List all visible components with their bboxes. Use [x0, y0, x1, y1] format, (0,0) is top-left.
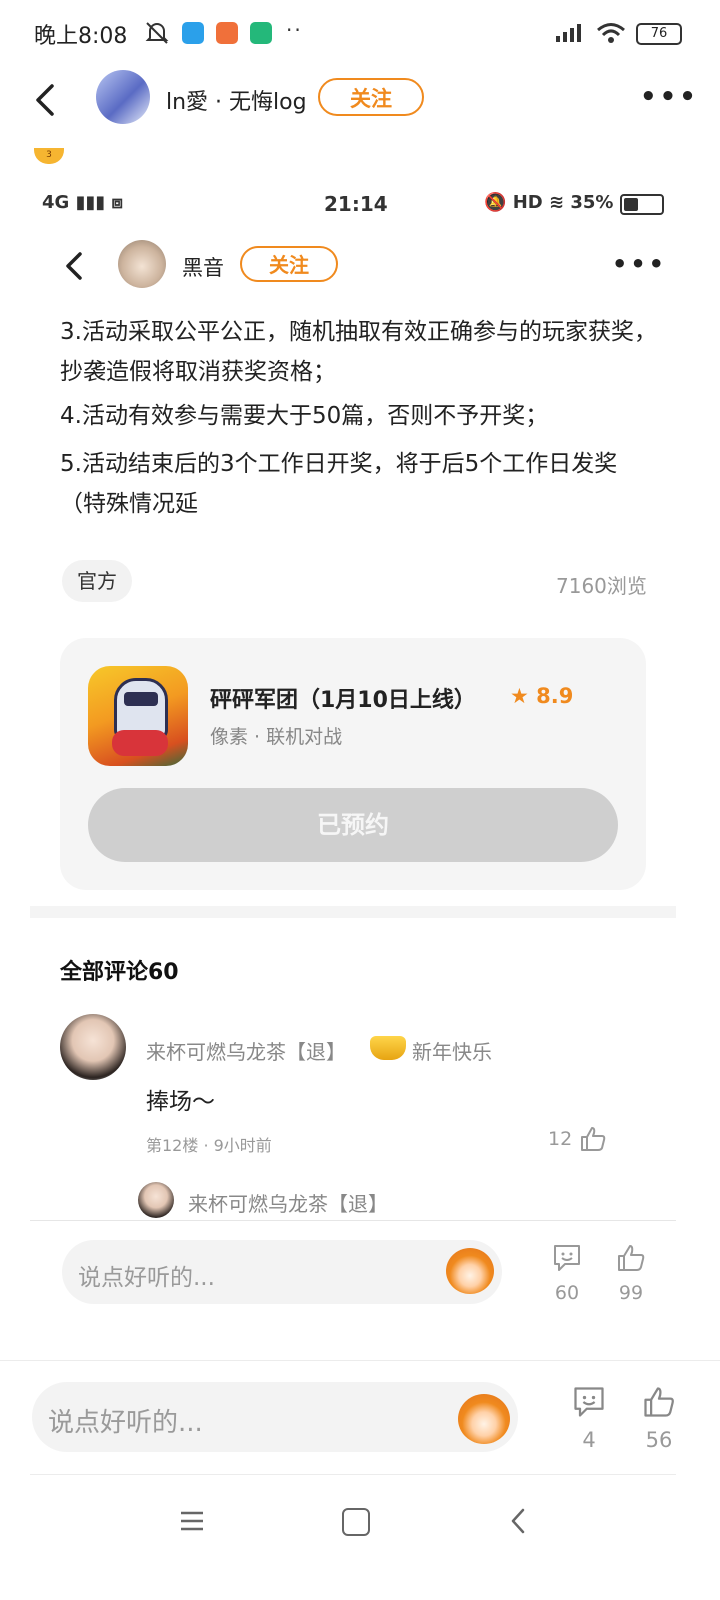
calendar-app-icon [182, 22, 204, 44]
comment-icon[interactable] [571, 1384, 607, 1420]
post-tag[interactable]: 官方 [62, 560, 132, 602]
more-notifications-icon: ·· [286, 18, 303, 42]
game-subtitle: 像素 · 联机对战 [210, 726, 343, 748]
mute-bell-icon [145, 22, 169, 44]
section-divider [30, 906, 676, 918]
wifi-icon [597, 23, 625, 43]
inner-comment-count: 60 [554, 1282, 580, 1304]
inner-status-right: 🔕 HD ≋ 35% [484, 192, 614, 213]
comment-placeholder[interactable]: 说点好听的... [48, 1402, 203, 1439]
post-paragraph: 3.活动采取公平公正，随机抽取有效正确参与的玩家获奖，抄袭造假将取消获奖资格； [60, 319, 657, 385]
comment-text: 捧场～ [146, 1089, 215, 1115]
home-icon[interactable] [342, 1508, 370, 1536]
comment-like-count: 12 [548, 1128, 573, 1150]
shop-app-icon [216, 22, 238, 44]
knight-body-icon [112, 730, 168, 756]
author-avatar[interactable] [96, 70, 150, 124]
inner-back-icon [66, 252, 82, 280]
game-rating: ★ 8.9 [510, 684, 574, 708]
view-count: 7160浏览 [556, 574, 647, 598]
commenter-title: 新年快乐 [412, 1040, 492, 1064]
menu-icon[interactable] [178, 1506, 206, 1536]
security-app-icon [250, 22, 272, 44]
battery-indicator: 76 [636, 23, 682, 45]
inner-status-time: 21:14 [324, 192, 388, 216]
reply-name[interactable]: 来杯可燃乌龙茶【退】 [188, 1188, 388, 1217]
thumbs-up-icon [618, 1245, 645, 1271]
post-paragraph: 5.活动结束后的3个工作日开奖，将于后5个工作日发奖（特殊情况延 [60, 451, 618, 517]
gold-ingot-icon [370, 1036, 406, 1060]
commenter-name[interactable]: 来杯可燃乌龙茶【退】 [146, 1036, 346, 1065]
inner-more-icon: ••• [612, 250, 668, 278]
knight-visor-icon [124, 692, 158, 706]
inner-like-count: 99 [618, 1282, 644, 1304]
mascot-emoji-icon[interactable] [458, 1394, 510, 1444]
mascot-emoji-icon [446, 1248, 494, 1294]
more-icon[interactable]: ••• [640, 82, 699, 112]
signal-icon [556, 24, 581, 42]
comment-icon [554, 1245, 580, 1271]
comments-header: 全部评论60 [60, 960, 179, 985]
status-time: 晚上8:08 [34, 24, 128, 49]
reply-avatar [138, 1182, 174, 1218]
commenter-avatar[interactable] [60, 1014, 126, 1080]
inner-follow-button: 关注 [240, 246, 338, 282]
like-count: 56 [645, 1428, 673, 1452]
reserved-button[interactable]: 已预约 [88, 788, 618, 862]
inner-battery-fill [624, 198, 638, 211]
author-name[interactable]: ln愛 · 无悔log [166, 84, 307, 116]
inner-comment-placeholder: 说点好听的... [78, 1265, 215, 1291]
game-title[interactable]: 砰砰军团（1月10日上线） [210, 682, 476, 714]
inner-author-name: 黑音 [182, 256, 224, 280]
post-paragraph: 4.活动有效参与需要大于50篇，否则不予开奖； [60, 403, 549, 429]
comment-meta: 第12楼 · 9小时前 [146, 1136, 272, 1155]
divider [0, 1360, 720, 1361]
game-icon[interactable] [88, 666, 188, 766]
level-badge: 3 [34, 148, 64, 164]
nav-back-icon[interactable] [508, 1506, 528, 1536]
thumbs-up-icon[interactable] [641, 1384, 677, 1420]
divider [30, 1220, 676, 1221]
inner-network-label: 4G ▮▮▮ ⧈ [42, 192, 124, 213]
comment-count: 4 [582, 1428, 596, 1452]
back-icon[interactable] [28, 80, 68, 120]
inner-author-avatar [118, 240, 166, 288]
divider [30, 1474, 676, 1475]
thumbs-up-icon[interactable] [578, 1124, 608, 1154]
follow-button[interactable]: 关注 [318, 78, 424, 116]
